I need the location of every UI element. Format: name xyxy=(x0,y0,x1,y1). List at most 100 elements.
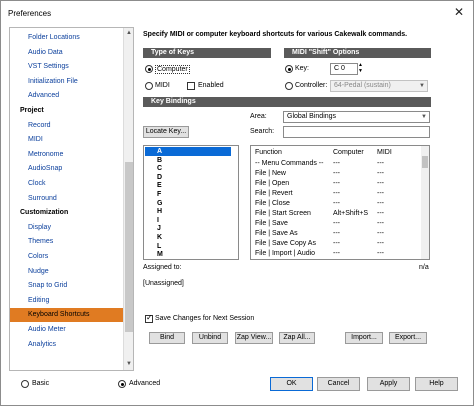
bindings-scroll-thumb[interactable] xyxy=(422,156,428,168)
midi-radio[interactable] xyxy=(145,82,153,90)
binding-cell-midi[interactable]: --- xyxy=(377,199,384,208)
binding-cell-function[interactable]: File | Save Copy As xyxy=(255,239,316,248)
sidebar-item-customization[interactable]: Customization xyxy=(10,206,125,220)
binding-cell-function[interactable]: File | Open xyxy=(255,179,289,188)
sidebar-item-advanced[interactable]: Advanced xyxy=(10,89,125,103)
sidebar-item-themes[interactable]: Themes xyxy=(10,235,125,249)
key-label: Key: xyxy=(295,65,310,72)
binding-cell-computer[interactable]: --- xyxy=(333,169,340,178)
binding-cell-computer[interactable]: --- xyxy=(333,189,340,198)
binding-cell-function[interactable]: File | Save xyxy=(255,219,288,228)
cancel-button[interactable]: Cancel xyxy=(317,377,360,391)
import-button[interactable]: Import... xyxy=(345,332,383,344)
computer-radio[interactable] xyxy=(145,65,153,73)
bindings-scrollbar[interactable] xyxy=(421,146,429,259)
key-radio[interactable] xyxy=(285,65,293,73)
binding-cell-function[interactable]: File | Save As xyxy=(255,229,298,238)
key-bindings-header: Key Bindings xyxy=(143,97,431,107)
binding-cell-midi[interactable]: --- xyxy=(377,159,384,168)
binding-cell-function[interactable]: File | Revert xyxy=(255,189,293,198)
sidebar-item-record[interactable]: Record xyxy=(10,119,125,133)
unbind-button[interactable]: Unbind xyxy=(192,332,228,344)
chevron-down-icon: ▼ xyxy=(419,83,425,89)
search-input[interactable] xyxy=(283,126,430,138)
binding-cell-midi[interactable]: --- xyxy=(377,179,384,188)
controller-select[interactable]: 64-Pedal (sustain) ▼ xyxy=(330,80,428,92)
zap-view-button[interactable]: Zap View... xyxy=(235,332,273,344)
binding-cell-midi[interactable]: --- xyxy=(377,169,384,178)
column-header-computer[interactable]: Computer xyxy=(333,148,364,157)
sidebar-item-surround[interactable]: Surround xyxy=(10,192,125,206)
binding-cell-function[interactable]: -- Menu Commands -- xyxy=(255,159,323,168)
sidebar-item-vst-settings[interactable]: VST Settings xyxy=(10,60,125,74)
export-button[interactable]: Export... xyxy=(389,332,427,344)
bindings-table[interactable]: Function Computer MIDI -- Menu Commands … xyxy=(250,145,430,260)
advanced-radio[interactable] xyxy=(118,380,126,388)
key-list[interactable]: ABCDEFGHIJKLM xyxy=(143,145,239,260)
sidebar-item-initialization-file[interactable]: Initialization File xyxy=(10,75,125,89)
binding-cell-computer[interactable]: --- xyxy=(333,159,340,168)
binding-cell-computer[interactable]: --- xyxy=(333,199,340,208)
save-changes-checkbox[interactable] xyxy=(145,313,153,323)
category-tree[interactable]: Folder Locations Audio Data VST Settings In… xyxy=(9,27,134,371)
binding-cell-function[interactable]: File | Start Screen xyxy=(255,209,311,218)
area-select[interactable]: Global Bindings ▼ xyxy=(283,111,430,123)
sidebar-item-audiosnap[interactable]: AudioSnap xyxy=(10,162,125,176)
column-header-midi[interactable]: MIDI xyxy=(377,148,392,157)
sidebar-item-project[interactable]: Project xyxy=(10,104,125,118)
binding-cell-midi[interactable]: --- xyxy=(377,239,384,248)
sidebar-item-metronome[interactable]: Metronome xyxy=(10,148,125,162)
close-icon[interactable]: ✕ xyxy=(454,5,464,19)
binding-cell-function[interactable]: File | New xyxy=(255,169,286,178)
sidebar-item-audio-data[interactable]: Audio Data xyxy=(10,46,125,60)
basic-radio[interactable] xyxy=(21,380,29,388)
locate-key-button[interactable]: Locate Key... xyxy=(143,126,189,138)
help-button[interactable]: Help xyxy=(415,377,458,391)
binding-cell-midi[interactable]: --- xyxy=(377,189,384,198)
binding-cell-midi[interactable]: --- xyxy=(377,209,384,218)
binding-cell-midi[interactable]: --- xyxy=(377,249,384,258)
binding-cell-function[interactable]: File | Close xyxy=(255,199,290,208)
scroll-up-icon[interactable]: ▲ xyxy=(125,29,133,38)
sidebar-item-colors[interactable]: Colors xyxy=(10,250,125,264)
sidebar-item-editing[interactable]: Editing xyxy=(10,294,125,308)
sidebar-item-folder-locations[interactable]: Folder Locations xyxy=(10,31,125,45)
zap-all-button[interactable]: Zap All... xyxy=(279,332,315,344)
column-header-function[interactable]: Function xyxy=(255,148,282,157)
binding-cell-computer[interactable]: --- xyxy=(333,229,340,238)
sidebar-item-midi[interactable]: MIDI xyxy=(10,133,125,147)
binding-cell-computer[interactable]: --- xyxy=(333,179,340,188)
binding-cell-midi[interactable]: --- xyxy=(377,219,384,228)
dialog-footer: Basic Advanced OK Cancel Apply Help xyxy=(1,373,473,405)
binding-cell-midi[interactable]: --- xyxy=(377,229,384,238)
sidebar-item-nudge[interactable]: Nudge xyxy=(10,265,125,279)
enabled-checkbox[interactable] xyxy=(187,82,195,90)
binding-cell-computer[interactable]: Alt+Shift+S xyxy=(333,209,368,218)
ok-button[interactable]: OK xyxy=(270,377,313,391)
sidebar-scroll-thumb[interactable] xyxy=(125,162,133,332)
type-of-keys-header: Type of Keys xyxy=(143,48,271,58)
window-title: Preferences xyxy=(8,9,52,18)
computer-label: Computer xyxy=(155,65,190,74)
sidebar-item-clock[interactable]: Clock xyxy=(10,177,125,191)
key-spinner-icon[interactable]: ▲ ▼ xyxy=(358,62,363,74)
sidebar-scrollbar[interactable]: ▲ ▼ xyxy=(123,28,133,370)
advanced-label: Advanced xyxy=(129,380,161,387)
sidebar-item-keyboard-shortcuts[interactable]: Keyboard Shortcuts xyxy=(10,308,125,323)
scroll-down-icon[interactable]: ▼ xyxy=(125,360,133,369)
sidebar-item-display[interactable]: Display xyxy=(10,221,125,235)
controller-select-value: 64-Pedal (sustain) xyxy=(334,82,391,89)
sidebar-item-analytics[interactable]: Analytics xyxy=(10,338,125,352)
binding-cell-computer[interactable]: --- xyxy=(333,249,340,258)
bind-button[interactable]: Bind xyxy=(149,332,185,344)
assigned-value: [Unassigned] xyxy=(143,280,184,287)
binding-cell-computer[interactable]: --- xyxy=(333,219,340,228)
key-list-item[interactable]: M xyxy=(145,250,231,259)
key-input[interactable]: C 0 xyxy=(330,63,358,75)
sidebar-item-audio-meter[interactable]: Audio Meter xyxy=(10,323,125,337)
binding-cell-computer[interactable]: --- xyxy=(333,239,340,248)
apply-button[interactable]: Apply xyxy=(367,377,410,391)
binding-cell-function[interactable]: File | Import | Audio xyxy=(255,249,315,258)
sidebar-item-snap-to-grid[interactable]: Snap to Grid xyxy=(10,279,125,293)
controller-radio[interactable] xyxy=(285,82,293,90)
